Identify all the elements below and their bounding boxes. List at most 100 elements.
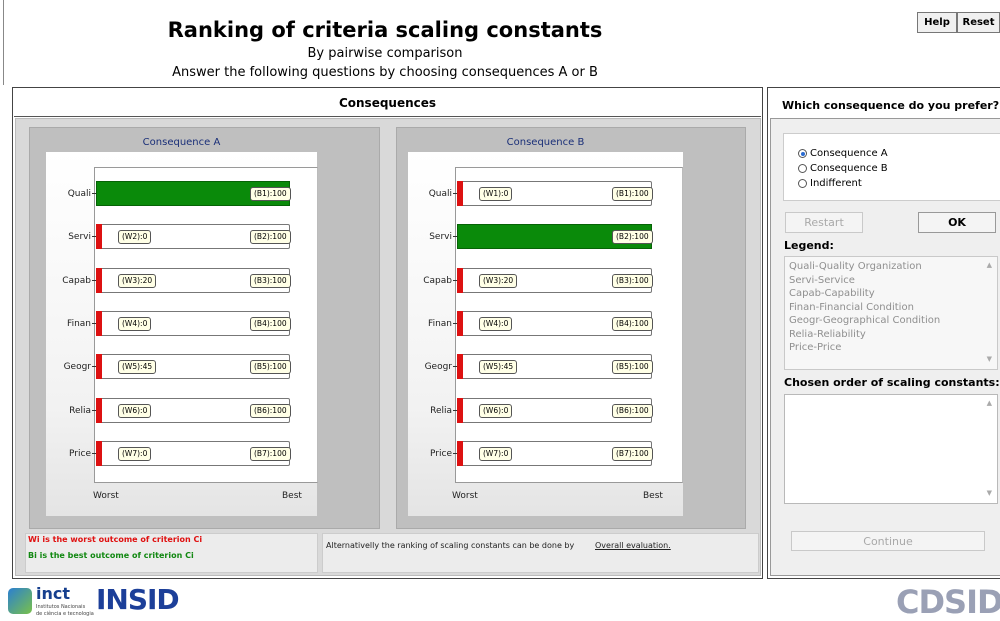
- radio-selected-icon[interactable]: [798, 149, 807, 158]
- chart-a-best-label: (B1):100: [250, 187, 291, 201]
- legend-item: Servi-Service: [789, 274, 855, 286]
- chart-a-title: Consequence A: [142, 137, 221, 148]
- chart-a-best-label: (B2):100: [250, 230, 291, 244]
- chart-b-worst-label: (W1):0: [479, 187, 513, 201]
- chart-a-criterion-label: Capab: [62, 276, 91, 286]
- chart-b-criterion-label: Capab: [423, 276, 452, 286]
- page-title: Ranking of criteria scaling constants: [167, 18, 603, 42]
- chart-b-worst-label: (W5):45: [479, 360, 518, 374]
- radio-icon[interactable]: [798, 179, 807, 188]
- alternative-box: [322, 533, 759, 573]
- chart-b-best-label: (B1):100: [612, 187, 653, 201]
- chart-a-worst-marker: [96, 224, 102, 249]
- chart-b-worst-label: (W3):20: [479, 274, 518, 288]
- legend-title: Legend:: [784, 239, 834, 252]
- inct-logo-text: inct: [36, 584, 71, 603]
- chart-a-criterion-label: Geogr: [63, 362, 91, 372]
- reset-button[interactable]: Reset: [957, 12, 1000, 33]
- chart-b-criterion-label: Relia: [430, 406, 452, 416]
- scroll-up-icon[interactable]: ▲: [987, 261, 992, 269]
- option-indifferent[interactable]: Indifferent: [798, 178, 862, 189]
- consequences-heading: Consequences: [14, 89, 761, 117]
- chart-b-axis-worst: Worst: [452, 491, 478, 501]
- legend-item: Geogr-Geographical Condition: [789, 315, 941, 326]
- chart-a-worst-marker: [96, 311, 102, 336]
- chart-b-worst-marker: [457, 311, 463, 336]
- alternative-text: Alternativelly the ranking of scaling co…: [326, 541, 575, 550]
- legend-item: Price-Price: [789, 342, 842, 353]
- chart-b-worst-marker: [457, 441, 463, 466]
- chart-a-worst-marker: [96, 354, 102, 379]
- chosen-order-title: Chosen order of scaling constants:: [784, 376, 1000, 389]
- chart-b-worst-marker: [457, 398, 463, 423]
- legend-item: Finan-Financial Condition: [789, 301, 914, 313]
- chart-a-criterion-label: Finan: [67, 319, 91, 329]
- chart-a-worst-label: (W4):0: [118, 317, 152, 331]
- chart-b-worst-marker: [457, 268, 463, 293]
- scroll-up-icon[interactable]: ▲: [987, 399, 992, 407]
- chart-b-worst-label: (W7):0: [479, 447, 513, 461]
- chart-a-worst-label: (W7):0: [118, 447, 152, 461]
- chart-b-criterion-label: Servi: [429, 232, 452, 242]
- option-consequence-b[interactable]: Consequence B: [798, 163, 888, 174]
- overall-evaluation-link[interactable]: Overall evaluation.: [595, 541, 671, 550]
- scroll-down-icon[interactable]: ▼: [987, 489, 992, 497]
- inct-logo-icon: [8, 588, 32, 614]
- chart-a-worst-marker: [96, 441, 102, 466]
- chart-a-worst-label: (W5):45: [118, 360, 157, 374]
- ok-button[interactable]: OK: [918, 212, 996, 233]
- chart-b-best-label: (B3):100: [612, 274, 653, 288]
- chart-b-best-label: (B7):100: [612, 447, 653, 461]
- chart-b-axis-best: Best: [643, 491, 663, 501]
- legend-item: Capab-Capability: [789, 288, 875, 299]
- chart-a-criterion-label: Servi: [68, 232, 91, 242]
- chart-a-worst-label: (W2):0: [118, 230, 152, 244]
- chart-b-worst-marker: [457, 181, 463, 206]
- chart-b-criterion-label: Geogr: [424, 362, 452, 372]
- chart-a-worst-marker: [96, 398, 102, 423]
- chart-b-worst-marker: [457, 354, 463, 379]
- chart-b-best-label: (B4):100: [612, 317, 653, 331]
- scroll-down-icon[interactable]: ▼: [987, 355, 992, 363]
- option-label: Consequence B: [810, 163, 888, 174]
- note-best: Bi is the best outcome of criterion Ci: [28, 551, 194, 560]
- chart-a-axis-worst: Worst: [93, 491, 119, 501]
- help-button[interactable]: Help: [917, 12, 957, 33]
- continue-button[interactable]: Continue: [791, 531, 985, 551]
- chart-a-best-label: (B7):100: [250, 447, 291, 461]
- inct-logo-subtext-2: de ciência e tecnologia: [36, 611, 94, 617]
- chart-a-criterion-label: Relia: [69, 406, 91, 416]
- note-worst: Wi is the worst outcome of criterion Ci: [28, 535, 203, 544]
- chart-a-best-label: (B3):100: [250, 274, 291, 288]
- legend-item: Relia-Reliability: [789, 328, 866, 340]
- chart-b-best-label: (B5):100: [612, 360, 653, 374]
- legend-list[interactable]: Quali-Quality Organization Servi-Service…: [784, 256, 998, 370]
- chart-b-criterion-label: Finan: [428, 319, 452, 329]
- chart-a-axis-best: Best: [282, 491, 302, 501]
- chart-b-title: Consequence B: [506, 137, 585, 148]
- restart-button[interactable]: Restart: [785, 212, 863, 233]
- chart-b-worst-label: (W4):0: [479, 317, 513, 331]
- chart-a-worst-label: (W3):20: [118, 274, 157, 288]
- option-label: Indifferent: [810, 178, 862, 189]
- option-label: Consequence A: [810, 148, 888, 159]
- chart-a-best-label: (B4):100: [250, 317, 291, 331]
- chart-a-best-label: (B6):100: [250, 404, 291, 418]
- radio-icon[interactable]: [798, 164, 807, 173]
- inct-logo-subtext-1: Institutos Nacionais: [36, 604, 86, 610]
- chart-a-best-label: (B5):100: [250, 360, 291, 374]
- legend-item: Quali-Quality Organization: [789, 261, 922, 272]
- chart-b-criterion-label: Quali: [428, 189, 452, 199]
- chart-a-worst-label: (W6):0: [118, 404, 152, 418]
- chart-b-worst-label: (W6):0: [479, 404, 513, 418]
- option-consequence-a[interactable]: Consequence A: [798, 148, 888, 159]
- page-instruction: Answer the following questions by choosi…: [172, 65, 598, 80]
- chart-a-criterion-label: Price: [69, 449, 91, 459]
- chart-b-best-label: (B2):100: [612, 230, 653, 244]
- insid-logo: INSID: [96, 583, 180, 616]
- cdsid-logo: CDSID: [896, 583, 1000, 621]
- chart-a-worst-marker: [96, 268, 102, 293]
- chosen-order-list[interactable]: ▲ ▼: [784, 394, 998, 504]
- page-subtitle: By pairwise comparison: [307, 46, 463, 61]
- chart-b-best-label: (B6):100: [612, 404, 653, 418]
